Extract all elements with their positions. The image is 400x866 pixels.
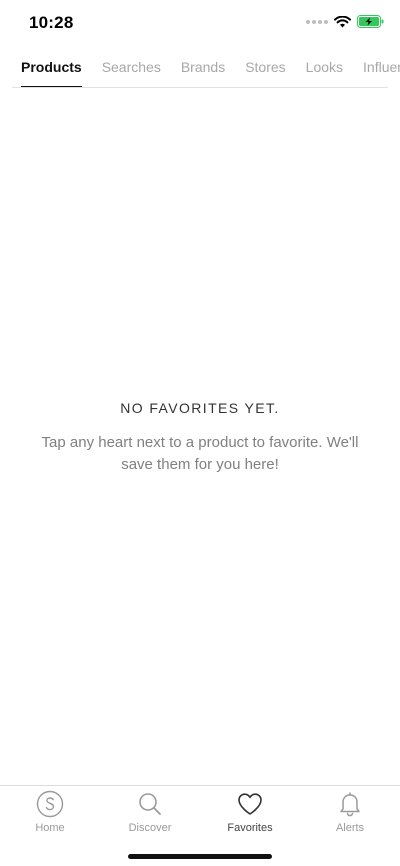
nav-alerts-label: Alerts: [335, 822, 365, 834]
status-bar: 10:28: [0, 0, 400, 48]
empty-state: NO FAVORITES YET. Tap any heart next to …: [0, 400, 400, 476]
status-icons: [306, 15, 384, 28]
wifi-icon: [334, 15, 351, 27]
battery-charging-icon: [357, 15, 384, 28]
tab-searches[interactable]: Searches: [102, 48, 161, 86]
nav-discover[interactable]: Discover: [100, 790, 200, 834]
nav-alerts[interactable]: Alerts: [300, 790, 400, 834]
nav-discover-label: Discover: [128, 822, 172, 834]
nav-favorites[interactable]: Favorites: [200, 790, 300, 834]
empty-state-title: NO FAVORITES YET.: [120, 400, 280, 416]
bell-icon: [340, 792, 360, 817]
heart-icon: [238, 793, 262, 815]
nav-home[interactable]: Home: [0, 790, 100, 834]
nav-favorites-label: Favorites: [227, 822, 273, 834]
search-icon: [139, 793, 161, 815]
tab-stores[interactable]: Stores: [245, 48, 285, 86]
home-indicator: [128, 854, 272, 859]
tab-products[interactable]: Products: [21, 48, 82, 88]
tab-looks[interactable]: Looks: [306, 48, 343, 86]
shopstyle-logo-icon: [36, 790, 64, 818]
empty-state-message: Tap any heart next to a product to favor…: [41, 434, 359, 473]
status-time: 10:28: [29, 13, 74, 32]
favorites-tab-bar: Products Searches Brands Stores Looks In…: [0, 48, 400, 88]
tab-brands[interactable]: Brands: [181, 48, 225, 86]
nav-home-label: Home: [35, 822, 65, 834]
tab-influencers[interactable]: Influence: [363, 48, 400, 86]
cellular-signal-icon: [306, 19, 328, 24]
tabs-divider: [12, 87, 388, 88]
